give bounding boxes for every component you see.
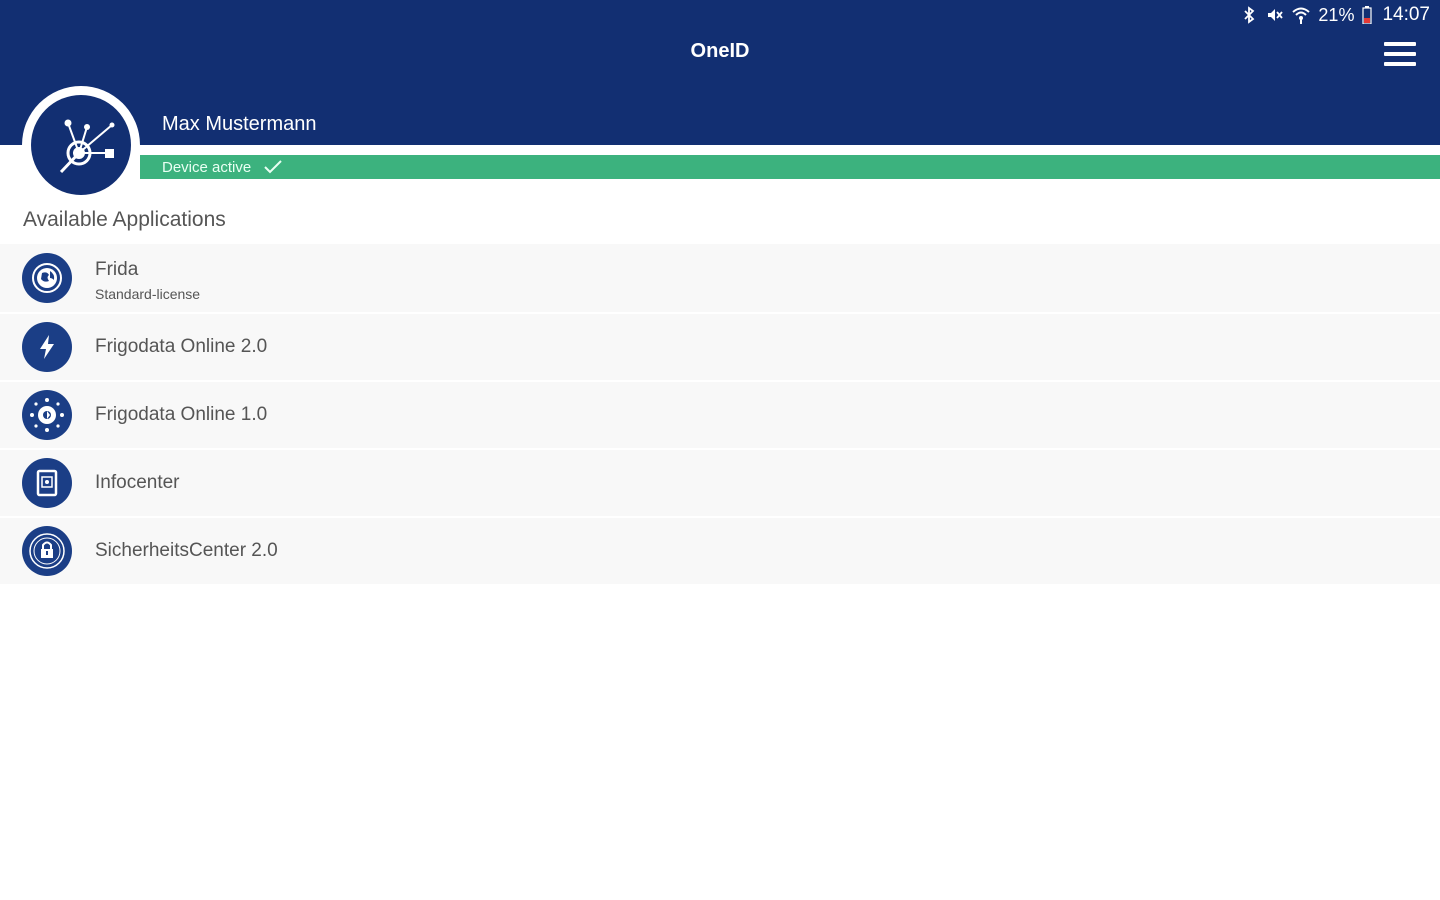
oneid-app: 21% 14:07 OneID Max Mustermann Device ac…: [0, 0, 1440, 900]
device-status-bar: Device active: [140, 155, 1440, 179]
app-name: SicherheitsCenter 2.0: [95, 540, 278, 561]
page-title: OneID: [690, 40, 750, 62]
app-name: Infocenter: [95, 472, 180, 493]
status-bar: 21% 14:07: [1240, 3, 1430, 27]
section-title: Available Applications: [23, 208, 226, 231]
list-item-frigodata-online-1[interactable]: Frigodata Online 1.0: [0, 382, 1440, 450]
hamburger-menu-icon[interactable]: [1384, 38, 1416, 70]
globe-icon: [22, 253, 72, 303]
mute-icon: [1266, 5, 1284, 25]
list-item-infocenter[interactable]: Infocenter: [0, 450, 1440, 518]
app-name: Frigodata Online 1.0: [95, 404, 268, 425]
wifi-icon: [1292, 5, 1311, 25]
device-status-label: Device active: [162, 158, 252, 176]
bluetooth-icon: [1240, 5, 1258, 25]
app-name: Frida: [95, 259, 139, 280]
network-hub-icon: [31, 95, 131, 195]
clock-time: 14:07: [1382, 4, 1430, 25]
app-name: Frigodata Online 2.0: [95, 336, 268, 357]
list-item-frida[interactable]: Frida Standard-license: [0, 244, 1440, 314]
compass-icon: [22, 390, 72, 440]
document-icon: [22, 458, 72, 508]
avatar[interactable]: [22, 86, 140, 204]
application-list: Frida Standard-license Frigodata Online …: [0, 244, 1440, 586]
battery-percentage: 21%: [1318, 4, 1355, 25]
user-name: Max Mustermann: [162, 113, 317, 135]
lightning-icon: [22, 322, 72, 372]
checkmark-icon: [263, 159, 283, 175]
list-item-sicherheitscenter[interactable]: SicherheitsCenter 2.0: [0, 518, 1440, 586]
app-header: 21% 14:07 OneID Max Mustermann: [0, 0, 1440, 145]
battery-icon: [1362, 5, 1373, 25]
lock-icon: [22, 526, 72, 576]
app-license: Standard-license: [95, 286, 201, 302]
list-item-frigodata-online-2[interactable]: Frigodata Online 2.0: [0, 314, 1440, 382]
